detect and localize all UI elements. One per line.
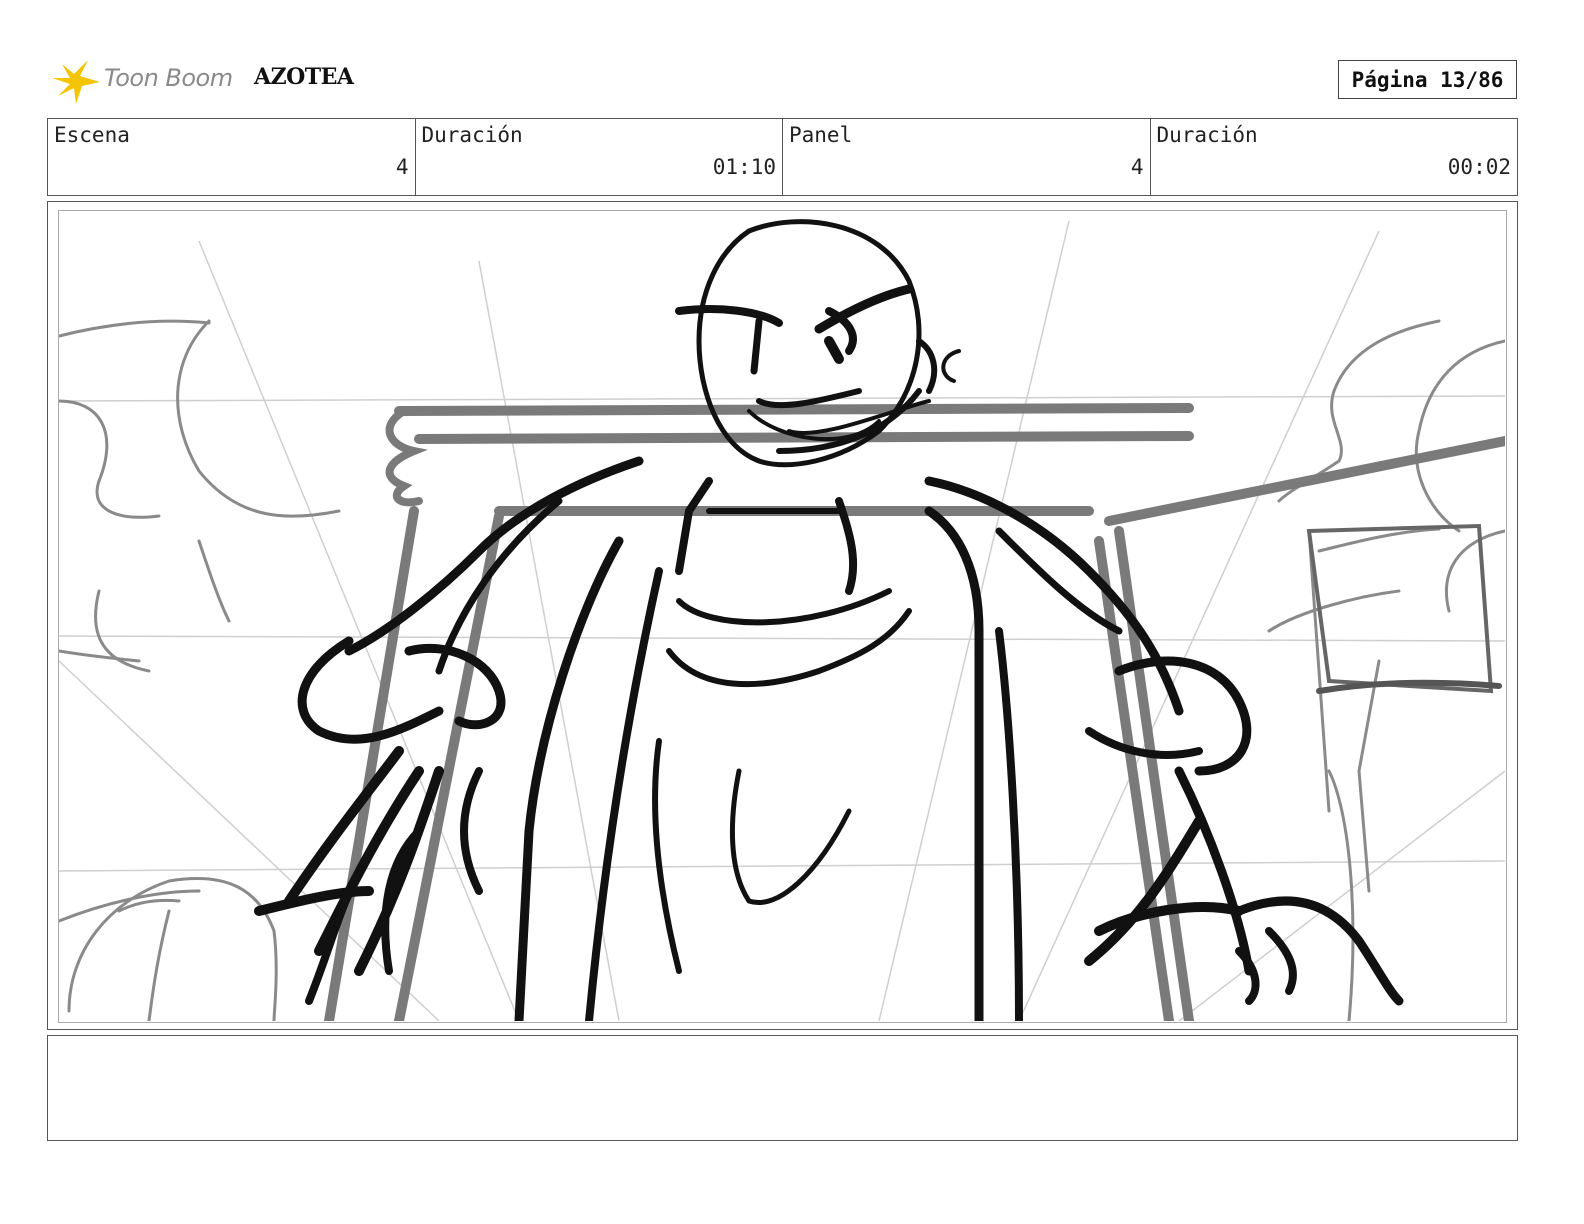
logo-text: Toon Boom [104, 64, 233, 92]
scene-duration-cell: Duración 01:10 [416, 119, 783, 195]
panel-drawing-area [58, 210, 1507, 1023]
notes-area [47, 1035, 1518, 1141]
starburst-icon [52, 60, 100, 104]
project-title: AZOTEA [254, 64, 354, 90]
scene-value: 4 [395, 155, 409, 179]
toon-boom-logo: Toon Boom [52, 56, 242, 106]
panel-duration-value: 00:02 [1447, 155, 1511, 179]
panel-duration-cell: Duración 00:02 [1151, 119, 1518, 195]
scene-duration-value: 01:10 [712, 155, 776, 179]
scene-duration-label: Duración [421, 123, 523, 147]
storyboard-panel [47, 201, 1518, 1030]
panel-cell: Panel 4 [783, 119, 1151, 195]
panel-label: Panel [789, 123, 853, 147]
character-sketch [59, 219, 1506, 1022]
scene-label: Escena [54, 123, 130, 147]
panel-info-row: Escena 4 Duración 01:10 Panel 4 Duración… [47, 118, 1518, 196]
panel-value: 4 [1130, 155, 1144, 179]
page-number: Página 13/86 [1338, 60, 1517, 99]
panel-duration-label: Duración [1156, 123, 1258, 147]
scene-cell: Escena 4 [48, 119, 416, 195]
